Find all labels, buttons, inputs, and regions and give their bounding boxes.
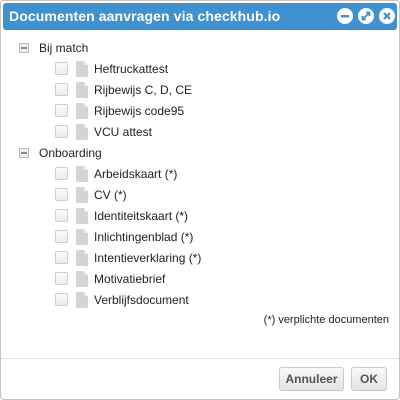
item-label: Rijbewijs code95 — [94, 104, 185, 118]
list-item-identiteitskaart[interactable]: Identiteitskaart (*) — [55, 208, 375, 224]
item-label: VCU attest — [94, 125, 153, 139]
item-checkbox[interactable] — [55, 188, 68, 201]
minimize-icon[interactable] — [337, 8, 353, 24]
document-icon — [76, 82, 88, 98]
item-label: Rijbewijs C, D, CE — [94, 83, 193, 97]
list-item-arbeidskaart[interactable]: Arbeidskaart (*) — [55, 166, 375, 182]
list-item-rijbewijs-c-d-ce[interactable]: Rijbewijs C, D, CE — [55, 82, 375, 98]
document-request-dialog: Documenten aanvragen via checkhub.io Bij… — [0, 0, 400, 400]
cancel-button[interactable]: Annuleer — [279, 367, 344, 391]
item-checkbox[interactable] — [55, 83, 68, 96]
document-icon — [76, 61, 88, 77]
list-item-heftruckattest[interactable]: Heftruckattest — [55, 61, 375, 77]
required-documents-note: (*) verplichte documenten — [263, 314, 389, 326]
item-label: Intentieverklaring (*) — [94, 251, 202, 265]
document-icon — [76, 103, 88, 119]
list-item-intentieverklaring[interactable]: Intentieverklaring (*) — [55, 250, 375, 266]
dialog-title: Documenten aanvragen via checkhub.io — [9, 8, 281, 24]
item-label: Heftruckattest — [94, 62, 169, 76]
list-item-motivatiebrief[interactable]: Motivatiebrief — [55, 271, 375, 287]
ok-button[interactable]: OK — [351, 367, 387, 391]
document-icon — [76, 292, 88, 308]
item-label: Verblijfsdocument — [94, 293, 189, 307]
document-icon — [76, 271, 88, 287]
document-icon — [76, 229, 88, 245]
footer-divider — [1, 358, 399, 359]
item-checkbox[interactable] — [55, 272, 68, 285]
document-tree: Bij match Heftruckattest Rijbewijs C, D,… — [1, 31, 399, 361]
item-label: Identiteitskaart (*) — [94, 209, 189, 223]
item-label: CV (*) — [94, 188, 127, 202]
list-item-vcu-attest[interactable]: VCU attest — [55, 124, 375, 140]
item-checkbox[interactable] — [55, 293, 68, 306]
list-item-rijbewijs-code95[interactable]: Rijbewijs code95 — [55, 103, 375, 119]
list-item-inlichtingenblad[interactable]: Inlichtingenblad (*) — [55, 229, 375, 245]
group-label: Bij match — [39, 41, 89, 55]
dialog-titlebar[interactable]: Documenten aanvragen via checkhub.io — [3, 3, 397, 30]
item-checkbox[interactable] — [55, 251, 68, 264]
item-label: Inlichtingenblad (*) — [94, 230, 194, 244]
document-icon — [76, 250, 88, 266]
document-icon — [76, 208, 88, 224]
collapse-icon[interactable] — [19, 43, 29, 53]
item-checkbox[interactable] — [55, 167, 68, 180]
item-label: Motivatiebrief — [94, 272, 166, 286]
item-checkbox[interactable] — [55, 209, 68, 222]
document-icon — [76, 187, 88, 203]
item-checkbox[interactable] — [55, 62, 68, 75]
item-checkbox[interactable] — [55, 125, 68, 138]
list-item-cv[interactable]: CV (*) — [55, 187, 375, 203]
collapse-icon[interactable] — [19, 148, 29, 158]
document-icon — [76, 166, 88, 182]
close-icon[interactable] — [379, 8, 395, 24]
item-checkbox[interactable] — [55, 230, 68, 243]
group-label: Onboarding — [39, 146, 102, 160]
item-label: Arbeidskaart (*) — [94, 167, 178, 181]
list-item-verblijfsdocument[interactable]: Verblijfsdocument — [55, 292, 375, 308]
maximize-icon[interactable] — [358, 8, 374, 24]
document-icon — [76, 124, 88, 140]
item-checkbox[interactable] — [55, 104, 68, 117]
